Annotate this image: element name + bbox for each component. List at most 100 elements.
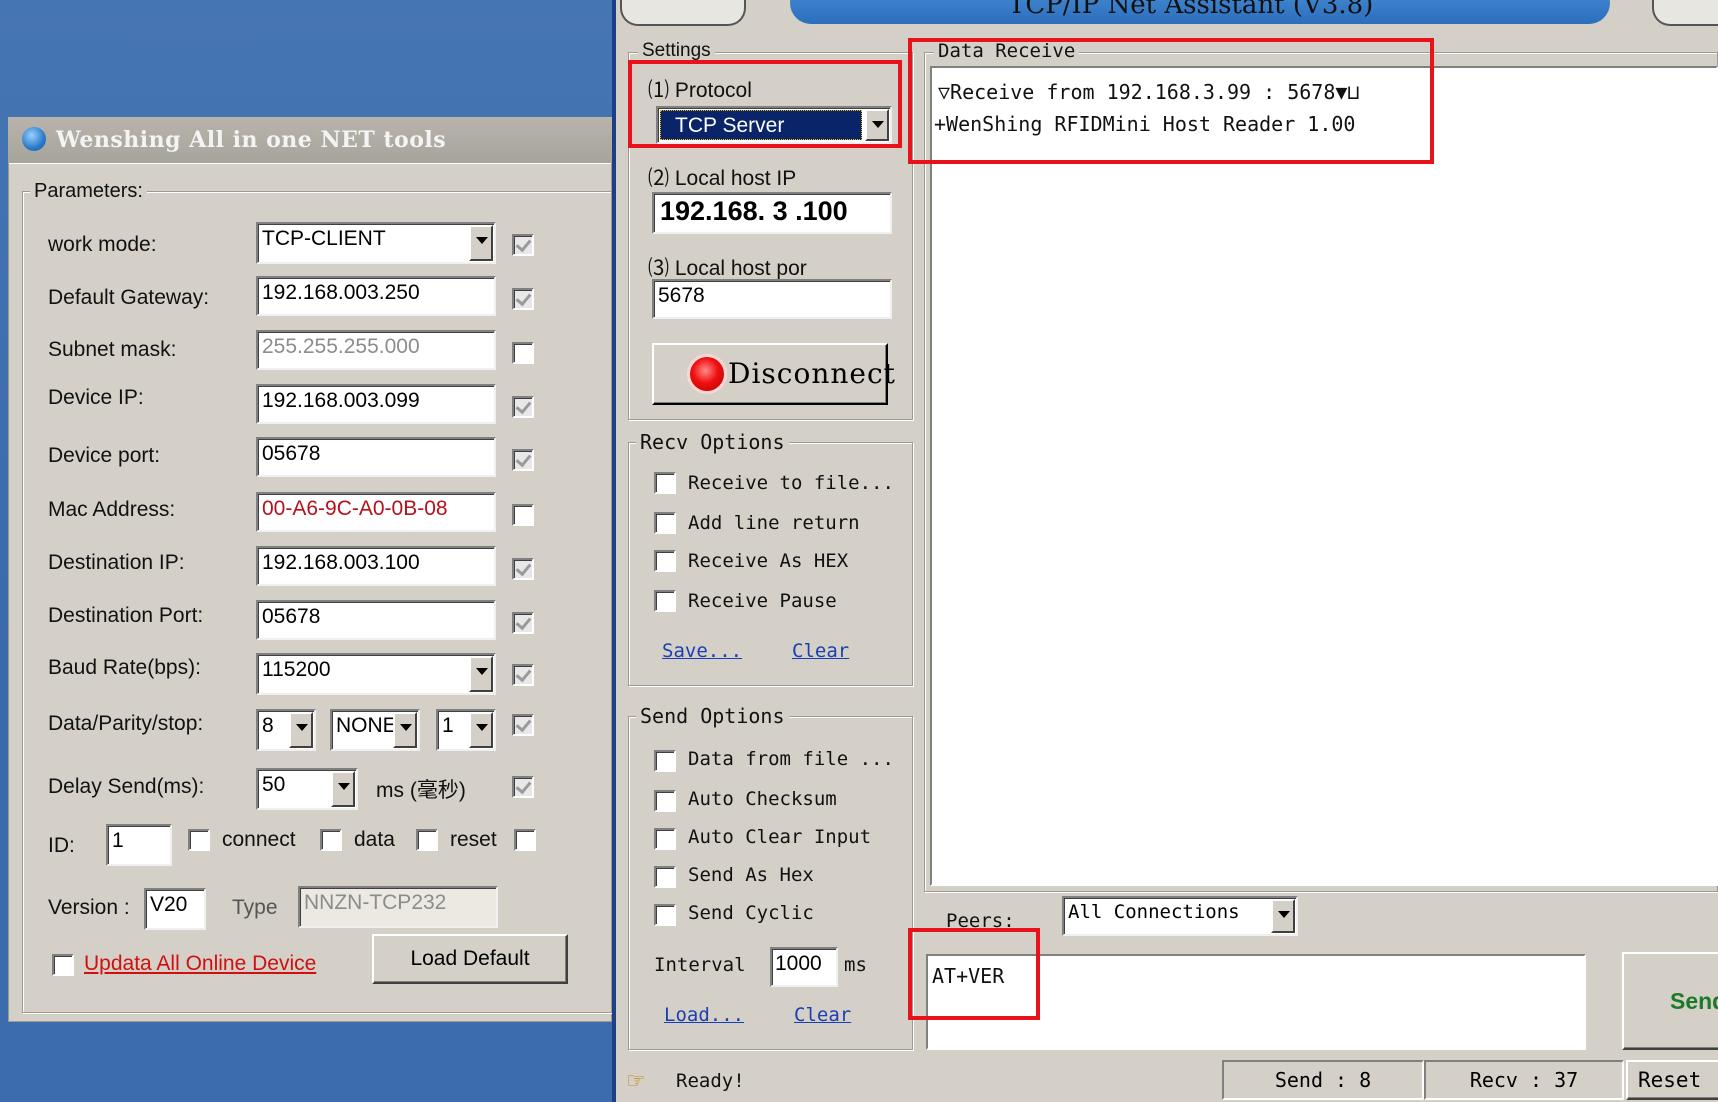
device-port-checkbox[interactable] <box>512 449 534 471</box>
minimize-icon: – <box>1674 0 1685 9</box>
device-ip-label: Device IP: <box>48 386 144 409</box>
type-label: Type <box>232 896 278 919</box>
connect-label: connect <box>222 828 296 851</box>
receive-to-file-checkbox[interactable] <box>654 472 676 494</box>
chevron-down-icon: ▾ <box>670 0 677 1</box>
receive-as-hex-label: Receive As HEX <box>688 550 849 572</box>
data-checkbox[interactable] <box>320 829 342 851</box>
delay-select[interactable]: 50 <box>256 768 358 810</box>
device-ip-checkbox[interactable] <box>512 396 534 418</box>
chevron-down-icon[interactable] <box>469 656 493 692</box>
work-mode-label: work mode: <box>48 233 157 256</box>
dest-port-checkbox[interactable] <box>512 612 534 634</box>
dest-ip-label: Destination IP: <box>48 551 185 574</box>
net-tools-title: Wenshing All in one NET tools <box>56 127 447 153</box>
chevron-down-icon[interactable] <box>393 712 417 748</box>
mac-label: Mac Address: <box>48 498 176 521</box>
connect-checkbox[interactable] <box>188 829 210 851</box>
auto-clear-input-checkbox[interactable] <box>654 828 676 850</box>
send-clear-link[interactable]: Clear <box>794 1004 851 1026</box>
send-cyclic-label: Send Cyclic <box>688 902 814 924</box>
id-label: ID: <box>48 834 75 857</box>
gateway-checkbox[interactable] <box>512 288 534 310</box>
send-cyclic-checkbox[interactable] <box>654 904 676 926</box>
id-checkbox[interactable] <box>514 829 536 851</box>
dest-ip-input[interactable]: 192.168.003.100 <box>256 546 496 586</box>
gateway-input[interactable]: 192.168.003.250 <box>256 276 496 316</box>
net-assistant-title: TCP/IP Net Assistant (V3.8) <box>1008 0 1374 20</box>
receive-to-file-label: Receive to file... <box>688 472 894 494</box>
reset-button[interactable]: Reset <box>1626 1060 1718 1100</box>
parity-select[interactable]: NONE <box>330 709 420 751</box>
data-bits-select[interactable]: 8 <box>256 709 316 751</box>
pointing-hand-icon: ☞ <box>626 1068 646 1093</box>
send-as-hex-checkbox[interactable] <box>654 866 676 888</box>
recv-clear-link[interactable]: Clear <box>792 640 849 662</box>
receive-pause-checkbox[interactable] <box>654 590 676 612</box>
reset-label: reset <box>450 828 497 851</box>
send-load-link[interactable]: Load... <box>664 1004 744 1026</box>
receive-textarea[interactable]: ▽Receive from 192.168.3.99 : 5678▼⊔ +Wen… <box>930 66 1718 886</box>
work-mode-checkbox[interactable] <box>512 234 534 256</box>
device-port-input[interactable]: 05678 <box>256 437 496 477</box>
annotation-protocol <box>628 60 902 148</box>
recv-save-link[interactable]: Save... <box>662 640 742 662</box>
receive-pause-label: Receive Pause <box>688 590 837 612</box>
device-port-label: Device port: <box>48 444 161 467</box>
interval-input[interactable]: 1000 <box>770 947 838 987</box>
data-from-file-checkbox[interactable] <box>654 750 676 772</box>
delay-checkbox[interactable] <box>512 776 534 798</box>
system-menu[interactable]: ▾ <box>620 0 746 26</box>
receive-as-hex-checkbox[interactable] <box>654 550 676 572</box>
version-label: Version : <box>48 896 130 919</box>
mac-checkbox[interactable] <box>512 504 534 526</box>
local-port-label: ⑶ Local host por <box>648 257 807 280</box>
local-ip-label: ⑵ Local host IP <box>648 167 797 190</box>
update-all-checkbox[interactable] <box>52 954 74 976</box>
disconnect-label: Disconnect <box>728 357 896 390</box>
update-all-link[interactable]: Updata All Online Device <box>84 952 316 976</box>
dest-port-input[interactable]: 05678 <box>256 600 496 640</box>
send-button[interactable]: Send <box>1622 952 1718 1050</box>
disconnect-button[interactable]: Disconnect <box>652 343 895 405</box>
version-input[interactable]: V20 <box>144 888 206 930</box>
data-from-file-label: Data from file ... <box>688 748 894 770</box>
stop-bits-select[interactable]: 1 <box>436 709 496 751</box>
gateway-label: Default Gateway: <box>48 286 210 309</box>
add-line-return-checkbox[interactable] <box>654 512 676 534</box>
device-ip-input[interactable]: 192.168.003.099 <box>256 384 496 424</box>
dps-checkbox[interactable] <box>512 714 534 736</box>
baud-checkbox[interactable] <box>512 664 534 686</box>
subnet-checkbox[interactable] <box>512 342 534 364</box>
status-ready: Ready! <box>676 1070 745 1092</box>
type-input[interactable]: NNZN-TCP232 <box>298 886 498 928</box>
work-mode-select[interactable]: TCP-CLIENT <box>256 222 496 264</box>
chevron-down-icon[interactable] <box>469 225 493 261</box>
auto-clear-input-label: Auto Clear Input <box>688 826 872 848</box>
reset-checkbox[interactable] <box>416 829 438 851</box>
local-ip-input[interactable]: 192.168. 3 .100 <box>652 192 892 234</box>
send-as-hex-label: Send As Hex <box>688 864 814 886</box>
chevron-down-icon[interactable] <box>469 712 493 748</box>
chevron-down-icon[interactable] <box>289 712 313 748</box>
net-tools-titlebar: Wenshing All in one NET tools <box>8 117 612 163</box>
mac-input[interactable]: 00-A6-9C-A0-0B-08 <box>256 492 496 532</box>
delay-unit: ms (毫秒) <box>376 779 466 802</box>
dest-ip-checkbox[interactable] <box>512 558 534 580</box>
settings-label: Settings <box>638 40 715 62</box>
minimize-button[interactable]: – <box>1652 0 1718 26</box>
delay-label: Delay Send(ms): <box>48 775 205 798</box>
subnet-input[interactable]: 255.255.255.000 <box>256 330 496 370</box>
chevron-down-icon[interactable] <box>331 771 355 807</box>
local-port-input[interactable]: 5678 <box>652 279 892 319</box>
load-default-button[interactable]: Load Default <box>372 934 568 984</box>
peers-select[interactable]: All Connections <box>1062 896 1298 936</box>
auto-checksum-label: Auto Checksum <box>688 788 837 810</box>
id-input[interactable]: 1 <box>106 824 172 866</box>
baud-select[interactable]: 115200 <box>256 653 496 695</box>
data-label: data <box>354 828 395 851</box>
parameters-label: Parameters: <box>30 180 147 203</box>
dps-label: Data/Parity/stop: <box>48 712 204 735</box>
auto-checksum-checkbox[interactable] <box>654 790 676 812</box>
chevron-down-icon[interactable] <box>1271 899 1295 933</box>
